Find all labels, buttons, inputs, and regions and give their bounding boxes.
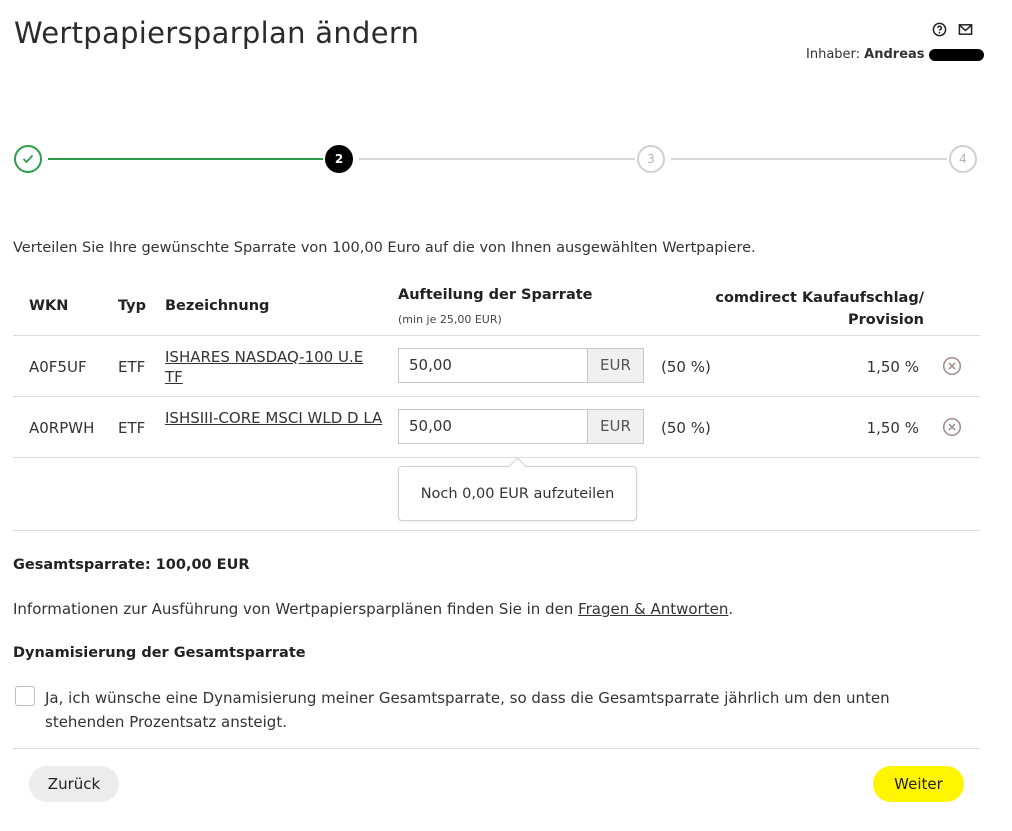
step-connector-1 — [48, 158, 323, 160]
info-text-before: Informationen zur Ausführung von Wertpap… — [13, 600, 579, 618]
column-header-kaufaufschlag-line1: comdirect Kaufaufschlag/ — [715, 290, 924, 306]
step-4: 4 — [949, 145, 977, 173]
amount-input[interactable]: 50,00 — [399, 349, 587, 382]
step-connector-2 — [359, 158, 635, 160]
step-1-completed — [14, 145, 42, 173]
step-2-active: 2 — [325, 145, 353, 173]
step-connector-3 — [671, 158, 947, 160]
security-name-link[interactable]: ISHARES NASDAQ-100 U.E TF — [165, 347, 385, 387]
row-fee: 1,50 % — [866, 358, 919, 376]
intro-text: Verteilen Sie Ihre gewünschte Sparrate v… — [13, 240, 756, 256]
info-text-after: . — [728, 600, 734, 618]
step-3: 3 — [637, 145, 665, 173]
column-header-kaufaufschlag-line2: Provision — [847, 312, 924, 328]
mail-icon[interactable] — [958, 22, 973, 37]
currency-label: EUR — [587, 349, 643, 382]
row-typ: ETF — [118, 419, 146, 437]
help-icon[interactable] — [932, 22, 947, 37]
column-header-bezeichnung: Bezeichnung — [165, 298, 270, 314]
dynamization-heading: Dynamisierung der Gesamtsparrate — [13, 645, 306, 661]
remove-icon[interactable] — [942, 356, 962, 376]
column-header-kaufaufschlag: comdirect Kaufaufschlag/ Provision — [700, 287, 924, 331]
column-header-typ: Typ — [118, 298, 147, 314]
amount-field[interactable]: 50,00 EUR — [398, 348, 644, 383]
row-divider — [13, 396, 980, 397]
checkmark-icon — [22, 154, 34, 164]
row-typ: ETF — [118, 358, 146, 376]
footer-divider — [13, 748, 980, 749]
row-percent: (50 %) — [661, 419, 711, 437]
amount-field[interactable]: 50,00 EUR — [398, 409, 644, 444]
row-divider — [13, 457, 980, 458]
total-savings-rate: Gesamtsparrate: 100,00 EUR — [13, 557, 250, 573]
row-percent: (50 %) — [661, 358, 711, 376]
page-title: Wertpapiersparplan ändern — [14, 16, 420, 50]
back-button[interactable]: Zurück — [29, 766, 119, 802]
owner-name: Andreas — [864, 47, 925, 62]
remove-icon[interactable] — [942, 417, 962, 437]
info-text: Informationen zur Ausführung von Wertpap… — [13, 600, 733, 618]
faq-link[interactable]: Fragen & Antworten — [578, 600, 728, 618]
owner-info: Inhaber: Andreas — [806, 47, 984, 62]
row-fee: 1,50 % — [866, 419, 919, 437]
next-button[interactable]: Weiter — [873, 766, 964, 802]
currency-label: EUR — [587, 410, 643, 443]
row-wkn: A0F5UF — [29, 358, 87, 376]
redaction-mark — [928, 48, 984, 61]
column-header-aufteilung-hint: (min je 25,00 EUR) — [398, 313, 502, 326]
amount-input[interactable]: 50,00 — [399, 410, 587, 443]
dynamization-checkbox[interactable] — [15, 686, 35, 706]
column-header-wkn: WKN — [29, 298, 69, 314]
table-bottom-divider — [13, 530, 980, 531]
row-wkn: A0RPWH — [29, 419, 95, 437]
owner-label: Inhaber: — [806, 47, 861, 62]
header-icons — [932, 22, 973, 37]
security-name-link[interactable]: ISHSIII-CORE MSCI WLD D LA — [165, 408, 385, 428]
table-header-divider — [13, 335, 980, 336]
column-header-aufteilung: Aufteilung der Sparrate — [398, 287, 593, 303]
dynamization-checkbox-label[interactable]: Ja, ich wünsche eine Dynamisierung meine… — [45, 686, 945, 734]
